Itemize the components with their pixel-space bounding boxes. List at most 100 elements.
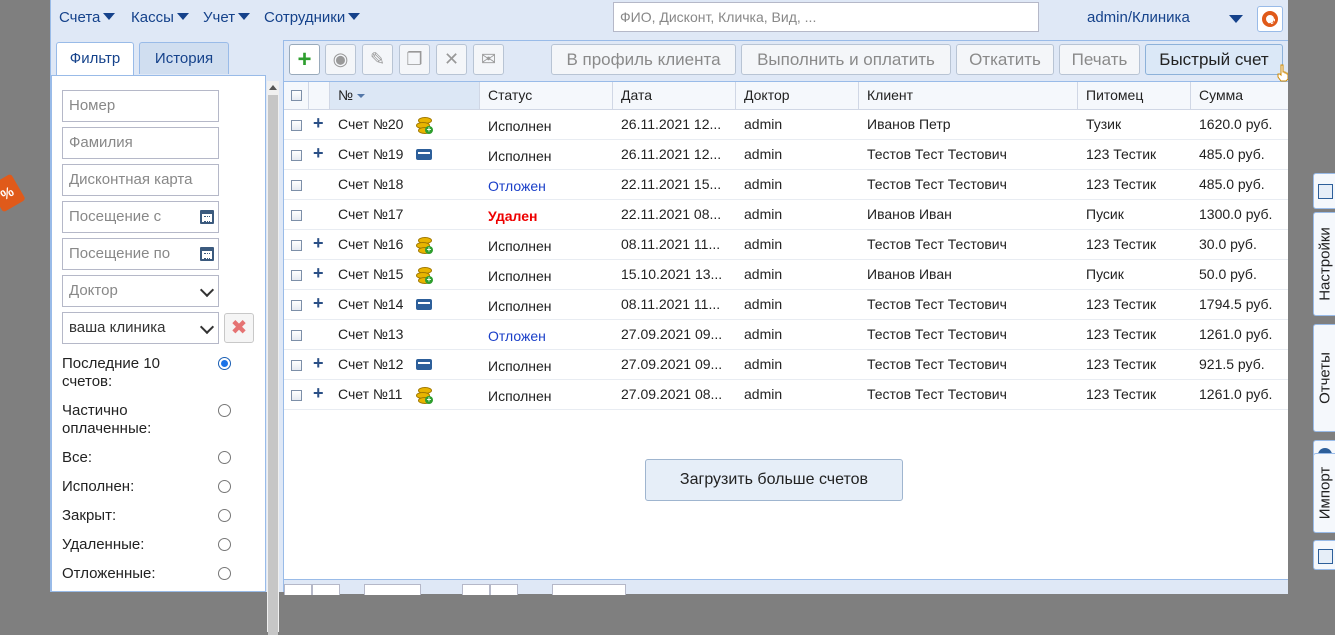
radio-last-10[interactable]: Последние 10 счетов: <box>62 355 252 391</box>
side-checklist-tab[interactable] <box>1313 540 1335 570</box>
menu-cashboxes[interactable]: Кассы <box>131 9 189 26</box>
user-menu-chevron-icon[interactable] <box>1229 15 1243 23</box>
row-checkbox[interactable] <box>291 120 302 131</box>
pager-first-button[interactable] <box>284 584 312 595</box>
pager-size-select[interactable] <box>552 584 626 595</box>
column-doctor[interactable]: Доктор <box>736 82 859 109</box>
row-expand-icon[interactable]: + <box>313 380 325 406</box>
table-row[interactable]: Счет №17 Удален 22.11.2021 08... admin Ивано… <box>284 200 1288 230</box>
discount-card-field[interactable]: Дисконтная карта <box>62 164 219 196</box>
side-calculator-tab[interactable] <box>1313 173 1335 209</box>
radio-button[interactable] <box>218 404 231 417</box>
rollback-button[interactable]: Откатить <box>956 44 1054 75</box>
number-field[interactable]: Номер <box>62 90 219 122</box>
radio-button[interactable] <box>218 357 231 370</box>
row-checkbox[interactable] <box>291 330 302 341</box>
surname-field[interactable]: Фамилия <box>62 127 219 159</box>
visit-from-field[interactable]: Посещение с <box>62 201 219 233</box>
row-checkbox[interactable] <box>291 210 302 221</box>
table-row[interactable]: Счет №13 Отложен 27.09.2021 09... admin Тест… <box>284 320 1288 350</box>
table-row[interactable]: + Счет №14 Исполнен 08.11.2021 11... admin Те… <box>284 290 1288 320</box>
table-row[interactable]: + Счет №15 Исполнен 15.10.2021 13... admin Ив… <box>284 260 1288 290</box>
tab-filter[interactable]: Фильтр <box>56 42 134 77</box>
add-invoice-button[interactable]: + <box>289 44 320 75</box>
visit-to-field[interactable]: Посещение по <box>62 238 219 270</box>
clear-clinic-button[interactable]: ✖ <box>224 313 254 343</box>
copy-button[interactable]: ❐ <box>399 44 430 75</box>
table-row[interactable]: + Счет №19 Исполнен 26.11.2021 12... admin Те… <box>284 140 1288 170</box>
radio-button[interactable] <box>218 567 231 580</box>
pager-prev-button[interactable] <box>312 584 340 595</box>
radio-button[interactable] <box>218 509 231 522</box>
tab-history[interactable]: История <box>139 42 229 74</box>
scroll-up-icon[interactable] <box>269 85 277 90</box>
scroll-thumb[interactable] <box>268 95 278 635</box>
visit-from-placeholder: Посещение с <box>69 208 162 225</box>
column-client[interactable]: Клиент <box>859 82 1078 109</box>
delete-button[interactable]: ✕ <box>436 44 467 75</box>
table-row[interactable]: + Счет №20 Исполнен 26.11.2021 12... admin Ив… <box>284 110 1288 140</box>
radio-closed[interactable]: Закрыт: <box>62 507 252 525</box>
row-checkbox[interactable] <box>291 360 302 371</box>
row-expand-icon[interactable]: + <box>313 350 325 376</box>
table-row[interactable]: + Счет №11 Исполнен 27.09.2021 08... admin Те… <box>284 380 1288 410</box>
side-tab-settings[interactable]: Настройки <box>1313 212 1335 316</box>
radio-deleted[interactable]: Удаленные: <box>62 536 252 554</box>
execute-and-pay-button[interactable]: Выполнить и оплатить <box>741 44 951 75</box>
column-date[interactable]: Дата <box>613 82 736 109</box>
column-pet[interactable]: Питомец <box>1078 82 1191 109</box>
row-expand-icon[interactable]: + <box>313 110 325 136</box>
column-number[interactable]: № <box>330 82 480 109</box>
calendar-icon[interactable] <box>200 247 214 261</box>
menu-invoices[interactable]: Счета <box>59 9 116 26</box>
column-sum[interactable]: Сумма <box>1191 82 1288 109</box>
row-expand-icon[interactable]: + <box>313 140 325 166</box>
user-menu[interactable]: admin/Клиника <box>1087 9 1190 26</box>
table-row[interactable]: + Счет №12 Исполнен 27.09.2021 09... admin Те… <box>284 350 1288 380</box>
table-row[interactable]: + Счет №16 Исполнен 08.11.2021 11... admin Те… <box>284 230 1288 260</box>
clinic-select[interactable]: ваша клиника <box>62 312 219 344</box>
row-expand-icon[interactable]: + <box>313 290 325 316</box>
calendar-icon[interactable] <box>200 210 214 224</box>
row-checkbox[interactable] <box>291 180 302 191</box>
radio-button[interactable] <box>218 451 231 464</box>
mail-button[interactable]: ✉ <box>473 44 504 75</box>
pager-next-button[interactable] <box>462 584 490 595</box>
row-expand-icon[interactable]: + <box>313 260 325 286</box>
view-button[interactable]: ◉ <box>325 44 356 75</box>
load-more-button[interactable]: Загрузить больше счетов <box>645 459 903 501</box>
edit-button[interactable]: ✎ <box>362 44 393 75</box>
table-row[interactable]: Счет №18 Отложен 22.11.2021 15... admin Тест… <box>284 170 1288 200</box>
side-tab-reports[interactable]: Отчеты <box>1313 324 1335 432</box>
row-checkbox[interactable] <box>291 300 302 311</box>
radio-executed[interactable]: Исполнен: <box>62 478 252 496</box>
search-input[interactable] <box>613 2 1039 32</box>
quick-invoice-button[interactable]: Быстрый счет <box>1145 44 1283 75</box>
doctor-select[interactable]: Доктор <box>62 275 219 307</box>
menu-employees[interactable]: Сотрудники <box>264 9 361 26</box>
cell-date: 27.09.2021 09... <box>621 326 723 342</box>
radio-postponed[interactable]: Отложенные: <box>62 565 252 583</box>
column-status[interactable]: Статус <box>480 82 613 109</box>
pager-last-button[interactable] <box>490 584 518 595</box>
cell-doctor: admin <box>744 206 783 222</box>
discount-badge-icon[interactable]: % <box>0 173 26 213</box>
row-expand-icon[interactable]: + <box>313 230 325 256</box>
row-checkbox[interactable] <box>291 240 302 251</box>
radio-button[interactable] <box>218 480 231 493</box>
menu-accounting[interactable]: Учет <box>203 9 251 26</box>
select-all-checkbox[interactable] <box>291 90 302 101</box>
radio-button[interactable] <box>218 538 231 551</box>
side-tab-import[interactable]: Импорт <box>1313 453 1335 533</box>
radio-partially-paid[interactable]: Частично оплаченные: <box>62 402 252 438</box>
row-checkbox[interactable] <box>291 150 302 161</box>
pager-page-input[interactable] <box>364 584 421 595</box>
help-button[interactable] <box>1257 6 1283 32</box>
select-all-header[interactable] <box>284 82 309 109</box>
to-client-profile-button[interactable]: В профиль клиента <box>551 44 736 75</box>
filter-scrollbar[interactable] <box>267 81 279 635</box>
radio-all[interactable]: Все: <box>62 449 252 467</box>
print-button[interactable]: Печать <box>1059 44 1140 75</box>
row-checkbox[interactable] <box>291 390 302 401</box>
row-checkbox[interactable] <box>291 270 302 281</box>
